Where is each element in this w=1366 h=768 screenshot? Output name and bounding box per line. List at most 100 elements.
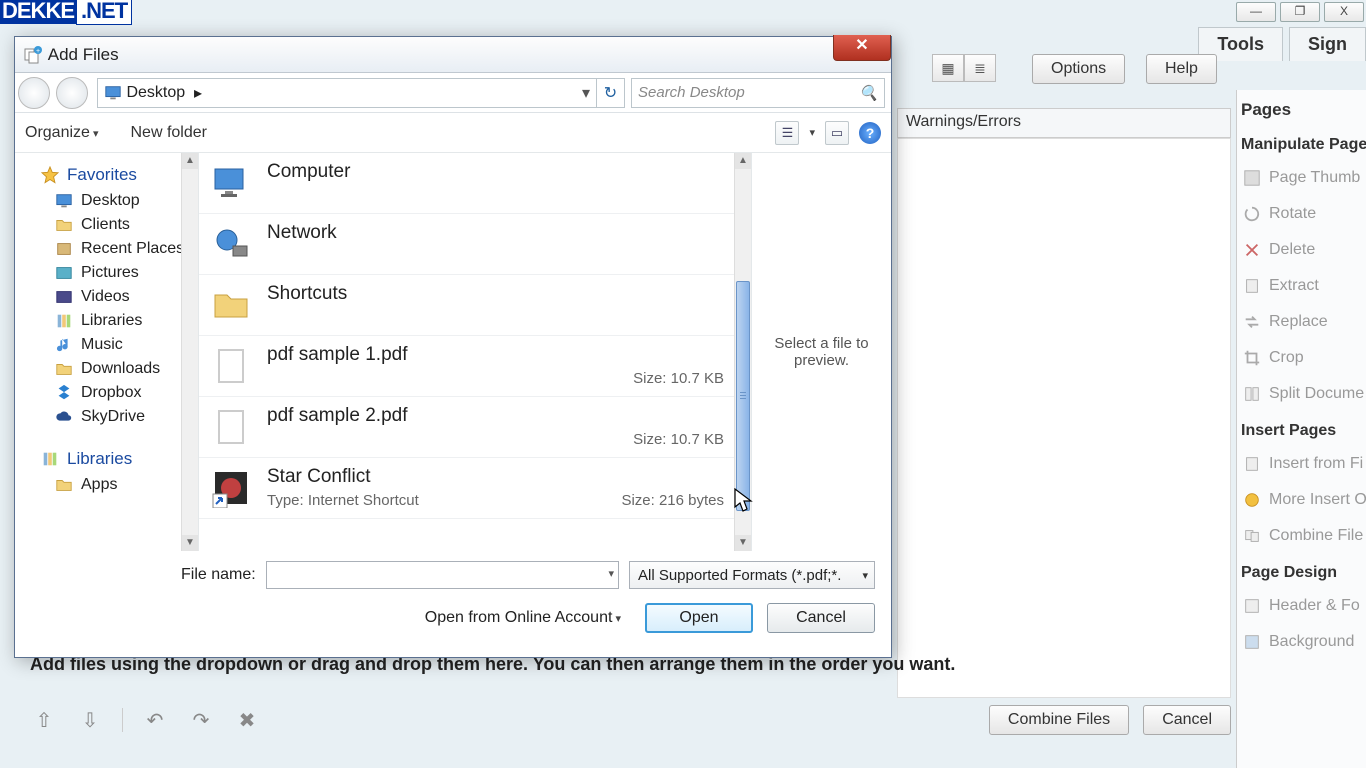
extract-item[interactable]: Extract [1237,268,1366,304]
tree-apps[interactable]: Apps [15,473,198,497]
minimize-button[interactable]: — [1236,2,1276,22]
preview-pane: Select a file to preview. [751,153,891,551]
recent-icon [55,240,73,258]
file-list[interactable]: Computer Network Shortcuts pdf sample 1.… [199,153,734,551]
tree-music[interactable]: Music [15,333,198,357]
tree-pictures[interactable]: Pictures [15,261,198,285]
delete-item[interactable]: Delete [1237,232,1366,268]
app-close-button[interactable]: X [1324,2,1364,22]
dialog-close-button[interactable]: ✕ [833,35,891,61]
svg-text:+: + [36,48,40,55]
file-icon [209,405,253,449]
folder-icon [55,360,73,378]
combine-cancel-button[interactable]: Cancel [1143,705,1231,735]
open-online-account-menu[interactable]: Open from Online Account [425,609,621,627]
tree-recent-places[interactable]: Recent Places [15,237,198,261]
tree-scrollbar[interactable]: ▲▼ [181,153,198,551]
cursor-icon [734,488,754,514]
dialog-titlebar[interactable]: + Add Files ✕ [15,37,891,73]
open-button[interactable]: Open [645,603,753,633]
tree-videos[interactable]: Videos [15,285,198,309]
scroll-down-icon[interactable]: ▼ [735,535,751,551]
star-icon [41,166,59,184]
move-down-button[interactable]: ⇩ [76,706,104,734]
search-placeholder: Search Desktop [638,84,745,101]
file-item-star-conflict[interactable]: Star ConflictType: Internet ShortcutSize… [199,458,734,519]
dialog-body: Favorites Desktop Clients Recent Places … [15,153,891,551]
manipulate-pages-heading: Manipulate Pages [1237,126,1366,160]
view-mode-drop-icon[interactable]: ▾ [809,126,815,139]
redo-button[interactable]: ↷ [187,706,215,734]
move-up-button[interactable]: ⇧ [30,706,58,734]
dialog-title: Add Files [48,45,119,65]
tab-sign[interactable]: Sign [1289,27,1366,61]
refresh-button[interactable]: ↻ [597,78,625,108]
network-icon [209,222,253,266]
replace-item[interactable]: Replace [1237,304,1366,340]
folder-icon [209,283,253,327]
file-item-pdf1[interactable]: pdf sample 1.pdfSize: 10.7 KB [199,336,734,397]
tree-dropbox[interactable]: Dropbox [15,381,198,405]
help-icon[interactable]: ? [859,122,881,144]
chevron-down-icon[interactable]: ▾ [862,569,868,582]
tree-skydrive[interactable]: SkyDrive [15,405,198,429]
organize-menu[interactable]: Organize [25,124,99,142]
file-pane: Computer Network Shortcuts pdf sample 1.… [199,153,891,551]
nav-forward-button[interactable] [56,77,88,109]
list-view-button[interactable]: ≣ [964,54,996,82]
separator [122,708,123,732]
chevron-down-icon[interactable]: ▾ [608,567,614,580]
breadcrumb-text: Desktop [126,84,185,102]
search-input[interactable]: Search Desktop 🔍 [631,78,885,108]
maximize-button[interactable]: ❐ [1280,2,1320,22]
music-icon [55,336,73,354]
right-panel: Pages Manipulate Pages Page Thumb Rotate… [1236,90,1366,768]
crop-item[interactable]: Crop [1237,340,1366,376]
folder-icon [55,476,73,494]
filename-input[interactable]: ▾ [266,561,619,589]
undo-button[interactable]: ↶ [141,706,169,734]
breadcrumb[interactable]: Desktop ▸ ▾ [97,78,597,108]
insert-from-file-item[interactable]: Insert from Fi [1237,446,1366,482]
combine-files-item[interactable]: Combine File [1237,518,1366,554]
scroll-up-icon[interactable]: ▲ [735,153,751,169]
preview-pane-button[interactable]: ▭ [825,121,849,145]
thumbnail-view-button[interactable]: ▦ [932,54,964,82]
remove-button[interactable]: ✖ [233,706,261,734]
libraries-group[interactable]: Libraries [15,445,198,473]
nav-back-button[interactable] [18,77,50,109]
tree-libraries[interactable]: Libraries [15,309,198,333]
insert-pages-heading: Insert Pages [1237,412,1366,446]
page-design-heading: Page Design [1237,554,1366,588]
tree-desktop[interactable]: Desktop [15,189,198,213]
tree-clients[interactable]: Clients [15,213,198,237]
view-toggle-group: ▦ ≣ [932,54,996,82]
warnings-body [897,138,1231,698]
file-item-pdf2[interactable]: pdf sample 2.pdfSize: 10.7 KB [199,397,734,458]
tree-downloads[interactable]: Downloads [15,357,198,381]
rotate-item[interactable]: Rotate [1237,196,1366,232]
monitor-icon [55,192,73,210]
background-item[interactable]: Background [1237,624,1366,660]
preview-hint: Select a file to preview. [762,335,881,369]
app-titlebar: — ❐ X [1234,0,1366,24]
file-type-filter[interactable]: All Supported Formats (*.pdf;*.▾ [629,561,875,589]
header-footer-item[interactable]: Header & Fo [1237,588,1366,624]
help-button[interactable]: Help [1146,54,1217,84]
breadcrumb-dropdown-icon[interactable]: ▾ [582,83,590,103]
scroll-thumb[interactable] [736,281,750,511]
options-button[interactable]: Options [1032,54,1125,84]
file-item-computer[interactable]: Computer [199,153,734,214]
videos-icon [55,288,73,306]
more-insert-item[interactable]: More Insert O [1237,482,1366,518]
new-folder-button[interactable]: New folder [131,124,207,142]
libraries-icon [55,312,73,330]
file-item-shortcuts[interactable]: Shortcuts [199,275,734,336]
split-document-item[interactable]: Split Docume [1237,376,1366,412]
cancel-button[interactable]: Cancel [767,603,875,633]
view-mode-button[interactable]: ☰ [775,121,799,145]
page-thumbnails-item[interactable]: Page Thumb [1237,160,1366,196]
combine-files-button[interactable]: Combine Files [989,705,1129,735]
favorites-group[interactable]: Favorites [15,161,198,189]
file-item-network[interactable]: Network [199,214,734,275]
